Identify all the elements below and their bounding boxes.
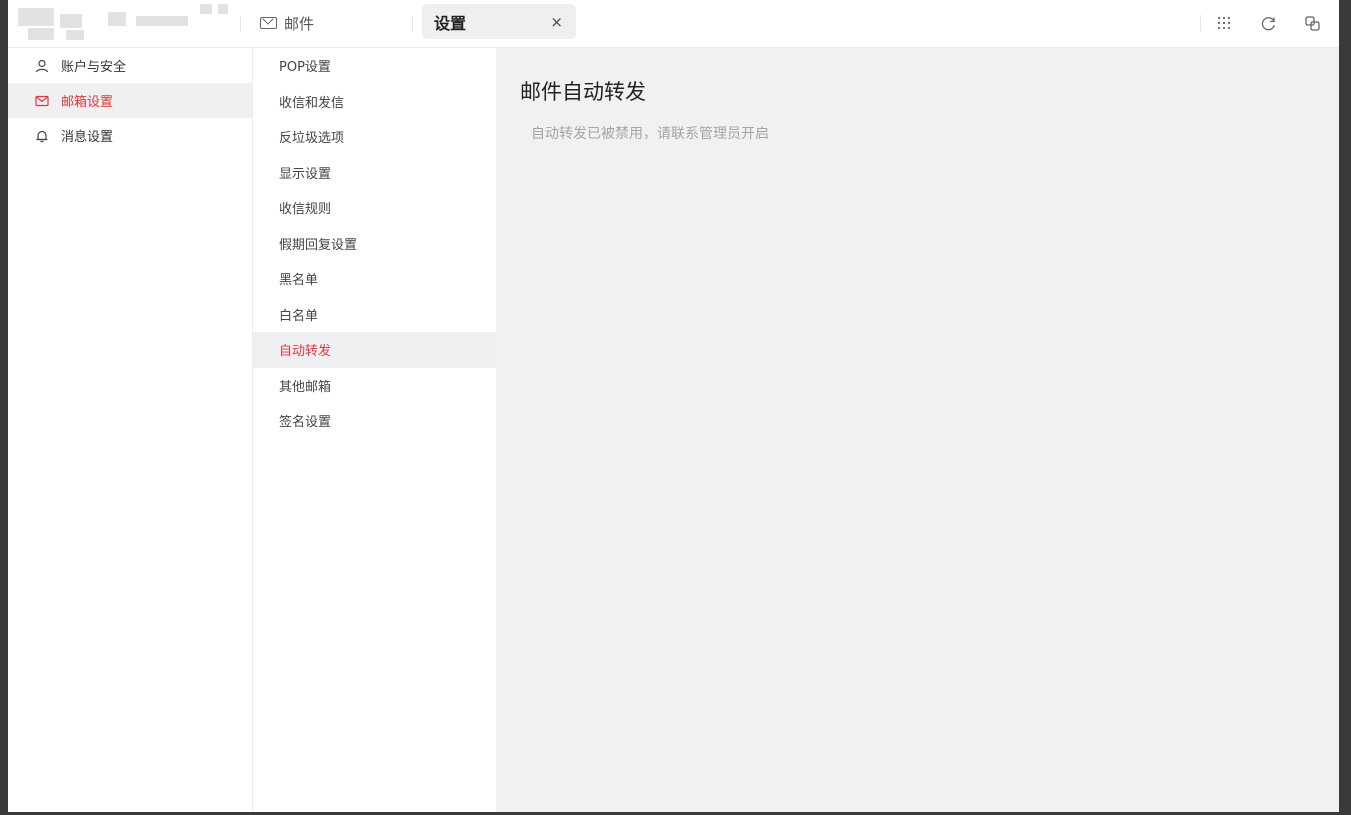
topbar-divider xyxy=(412,16,413,32)
mail-settings-icon xyxy=(35,95,49,106)
disabled-notice: 自动转发已被禁用，请联系管理员开启 xyxy=(531,126,769,142)
envelope-icon xyxy=(260,17,277,29)
window-edge-left xyxy=(0,0,8,815)
app-window: 邮件 设置 × 账户与安全 邮箱设置 消息设置 POP设置 收信和发信 反垃圾选… xyxy=(8,0,1339,812)
tab-mail[interactable]: 邮件 xyxy=(260,6,400,40)
blurred-logo xyxy=(18,4,228,42)
submenu-item-vacation-reply[interactable]: 假期回复设置 xyxy=(253,226,496,262)
settings-category-sidebar: 账户与安全 邮箱设置 消息设置 xyxy=(8,48,253,812)
window-edge-right xyxy=(1339,0,1351,815)
tab-settings[interactable]: 设置 × xyxy=(422,4,576,39)
sidebar-item-label: 邮箱设置 xyxy=(61,95,114,110)
topbar-tools xyxy=(1200,10,1321,36)
apps-grid-icon[interactable] xyxy=(1215,14,1233,32)
submenu-item-auto-forward[interactable]: 自动转发 xyxy=(253,332,496,368)
sidebar-item-message-settings[interactable]: 消息设置 xyxy=(8,118,252,153)
page-title: 邮件自动转发 xyxy=(520,80,646,104)
topbar-divider xyxy=(240,16,241,32)
top-bar: 邮件 设置 × xyxy=(8,0,1339,48)
submenu-item-display[interactable]: 显示设置 xyxy=(253,155,496,191)
tab-mail-label: 邮件 xyxy=(284,14,315,33)
switch-window-icon[interactable] xyxy=(1303,14,1321,32)
sidebar-item-label: 消息设置 xyxy=(61,130,114,145)
submenu-item-rules[interactable]: 收信规则 xyxy=(253,190,496,226)
content-panel: 邮件自动转发 自动转发已被禁用，请联系管理员开启 xyxy=(496,48,1339,812)
submenu-item-send-receive[interactable]: 收信和发信 xyxy=(253,84,496,120)
tab-settings-label: 设置 xyxy=(434,13,467,33)
mailbox-settings-submenu: POP设置 收信和发信 反垃圾选项 显示设置 收信规则 假期回复设置 黑名单 白… xyxy=(253,48,496,812)
submenu-item-pop[interactable]: POP设置 xyxy=(253,48,496,84)
submenu-item-blacklist[interactable]: 黑名单 xyxy=(253,261,496,297)
tools-divider xyxy=(1200,15,1201,31)
sidebar-item-label: 账户与安全 xyxy=(61,60,127,75)
sidebar-item-account-security[interactable]: 账户与安全 xyxy=(8,48,252,83)
submenu-item-other-mailbox[interactable]: 其他邮箱 xyxy=(253,368,496,404)
submenu-item-anti-spam[interactable]: 反垃圾选项 xyxy=(253,119,496,155)
bell-icon xyxy=(36,130,48,142)
close-tab-icon[interactable]: × xyxy=(550,13,563,31)
submenu-item-signature[interactable]: 签名设置 xyxy=(253,403,496,439)
submenu-item-whitelist[interactable]: 白名单 xyxy=(253,297,496,333)
sidebar-item-mailbox-settings[interactable]: 邮箱设置 xyxy=(8,83,252,118)
user-icon xyxy=(35,59,49,72)
refresh-icon[interactable] xyxy=(1259,14,1277,32)
